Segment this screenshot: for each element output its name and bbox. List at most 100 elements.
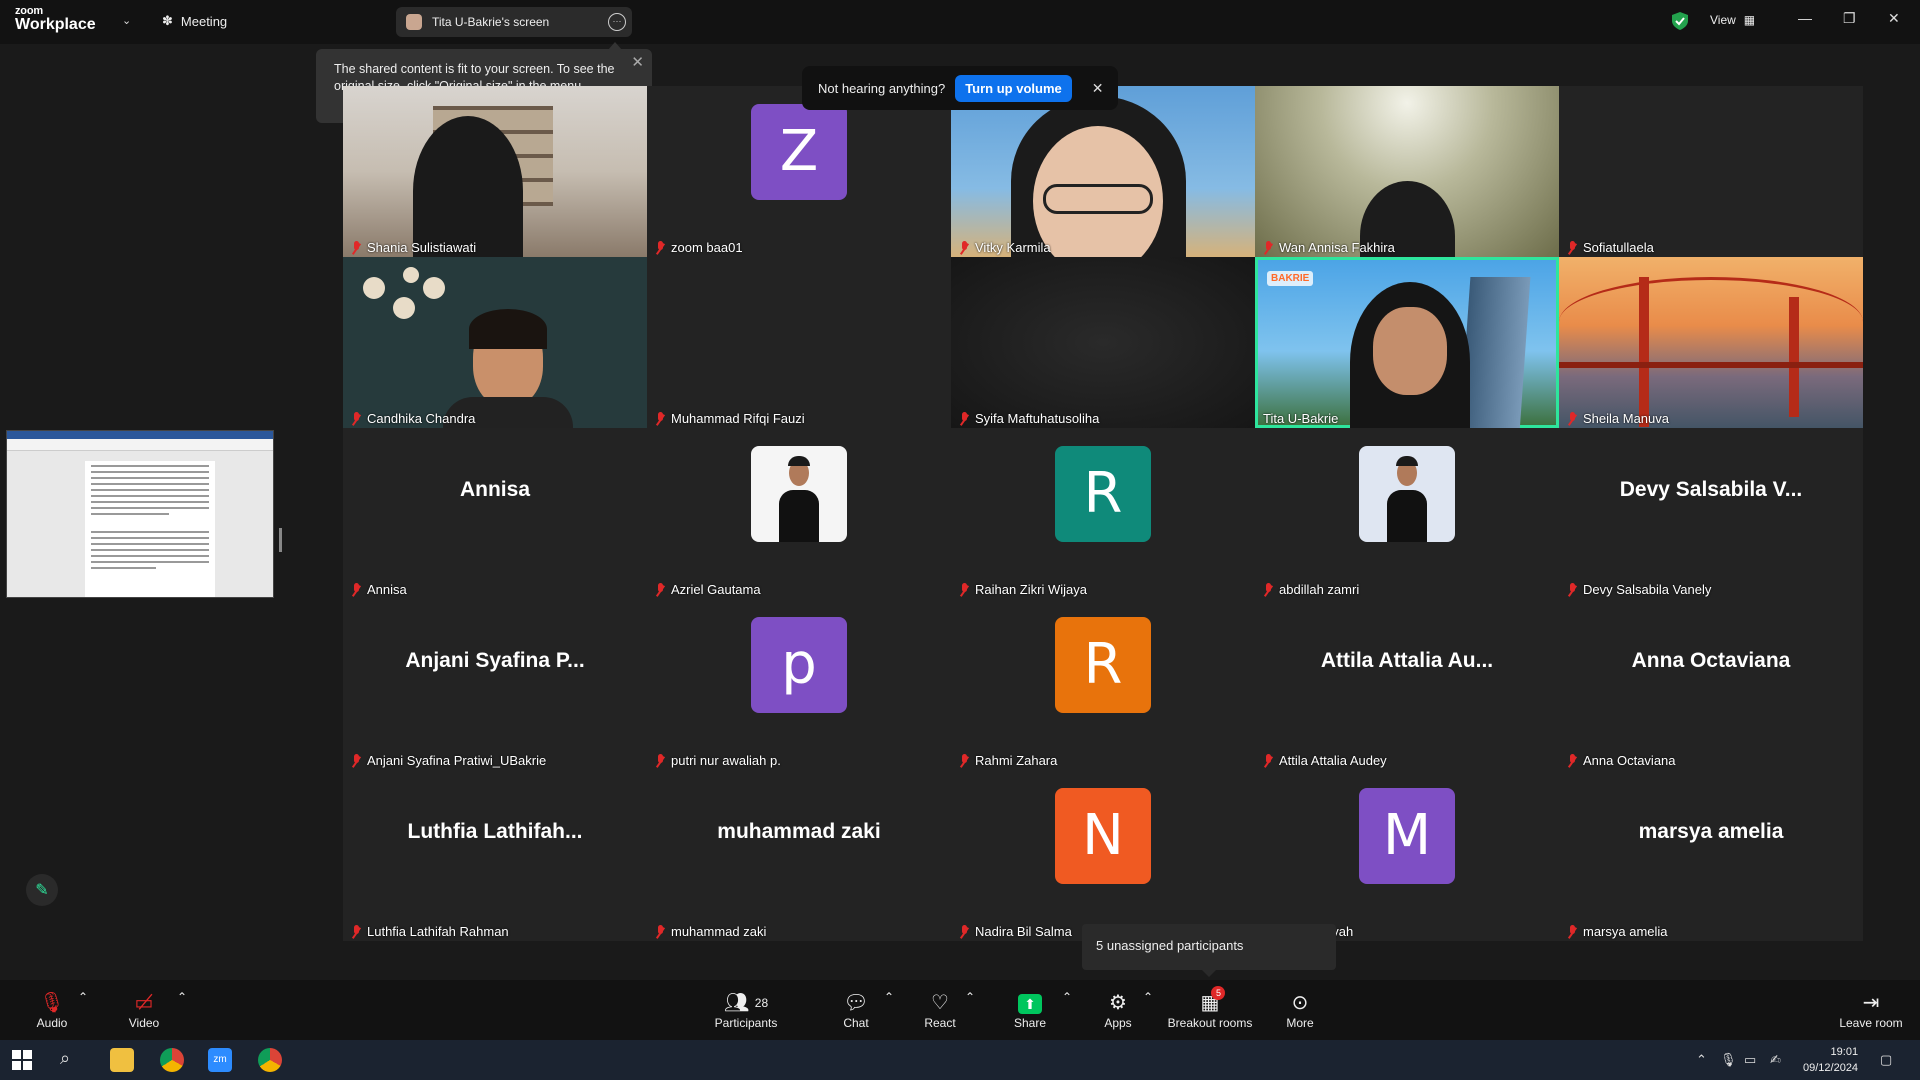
participant-display-name: Anna Octaviana — [1631, 649, 1791, 672]
more-options-icon[interactable]: ··· — [608, 13, 626, 31]
view-button[interactable]: View ▦ — [1710, 13, 1755, 27]
video-label: Video — [128, 1016, 160, 1030]
unassigned-popover[interactable]: 5 unassigned participants — [1082, 924, 1336, 970]
video-tile[interactable]: Sofiatullaela — [1559, 86, 1863, 257]
chat-icon: 💬︎ — [843, 992, 869, 1014]
close-icon[interactable]: ✕ — [1888, 10, 1900, 27]
search-icon[interactable]: ⌕ — [60, 1048, 70, 1069]
video-tile[interactable]: Candhika Chandra — [343, 257, 647, 428]
meeting-menu[interactable]: ✽ Meeting — [162, 13, 227, 29]
building — [1459, 277, 1531, 428]
video-tile[interactable]: Wan Annisa Fakhira — [1255, 86, 1559, 257]
video-tile[interactable]: abdillah zamri — [1255, 428, 1559, 599]
leave-room-button[interactable]: ⇥ Leave room — [1836, 990, 1906, 1030]
chat-caret-icon[interactable]: ⌃ — [884, 990, 894, 1004]
close-tooltip-icon[interactable]: ✕ — [631, 54, 644, 71]
mic-muted-icon — [351, 411, 361, 426]
screen-share-pill[interactable]: Tita U-Bakrie's screen ··· — [396, 7, 632, 37]
mic-muted-icon — [1567, 411, 1577, 426]
chat-button[interactable]: 💬︎ Chat — [836, 990, 876, 1030]
brand-bottom: Workplace — [15, 16, 96, 33]
video-tile[interactable]: R Rahmi Zahara — [951, 599, 1255, 770]
title-bar: zoom Workplace ⌄ ✽ Meeting Tita U-Bakrie… — [0, 0, 1920, 44]
video-tile[interactable]: Luthfia Lathifah... Luthfia Lathifah Rah… — [343, 770, 647, 941]
video-tile[interactable]: muhammad zaki muhammad zaki — [647, 770, 951, 941]
restore-icon[interactable]: ❐ — [1843, 10, 1856, 27]
resize-handle[interactable] — [279, 528, 282, 552]
apps-caret-icon[interactable]: ⌃ — [1143, 990, 1153, 1004]
microphone-icon[interactable]: 🎙︎ — [1720, 1052, 1737, 1068]
pen-icon[interactable]: ✍︎ — [1770, 1052, 1781, 1068]
tile-label: muhammad zaki — [655, 924, 766, 939]
lamp — [423, 277, 445, 299]
video-gallery: Shania Sulistiawati Z zoom baa01 Vitky K… — [343, 86, 1863, 941]
notification-icon[interactable]: ▢ — [1880, 1052, 1892, 1068]
turn-up-volume-button[interactable]: Turn up volume — [955, 74, 1072, 102]
profile-photo — [751, 446, 847, 542]
apps-label: Apps — [1104, 1016, 1132, 1030]
audio-button[interactable]: 🎙︎ Audio — [32, 990, 72, 1030]
more-button[interactable]: ⊙ More — [1280, 990, 1320, 1030]
video-tile[interactable]: Z zoom baa01 — [647, 86, 951, 257]
video-tile[interactable]: Anna Octaviana Anna Octaviana — [1559, 599, 1863, 770]
video-tile[interactable]: marsya amelia marsya amelia — [1559, 770, 1863, 941]
windows-taskbar: ⌕ zm ⌃ 🎙︎ ▭ ✍︎ 19:01 09/12/2024 ▢ — [0, 1040, 1920, 1080]
react-caret-icon[interactable]: ⌃ — [965, 990, 975, 1004]
audio-caret-icon[interactable]: ⌃ — [78, 990, 88, 1004]
participants-button[interactable]: 👥︎ 28 Participants — [706, 990, 786, 1030]
shield-icon[interactable] — [1672, 12, 1688, 30]
chevron-up-icon[interactable]: ⌃ — [1696, 1052, 1707, 1068]
clock[interactable]: 19:01 09/12/2024 — [1803, 1044, 1858, 1076]
participant-display-name: muhammad zaki — [717, 820, 881, 843]
video-tile[interactable]: Muhammad Rifqi Fauzi — [647, 257, 951, 428]
participant-name: putri nur awaliah p. — [671, 753, 781, 768]
heart-icon: ♡ — [931, 992, 949, 1014]
annotate-pencil-icon[interactable]: ✎ — [26, 874, 58, 906]
participant-name: Muhammad Rifqi Fauzi — [671, 411, 805, 426]
close-banner-icon[interactable]: ✕ — [1092, 80, 1104, 97]
tile-label: Attila Attalia Audey — [1263, 753, 1387, 768]
video-tile[interactable]: M ayah — [1255, 770, 1559, 941]
video-button[interactable]: ▭̸ Video — [124, 990, 164, 1030]
apps-button[interactable]: ⚙︎ Apps — [1098, 990, 1138, 1030]
chevron-down-icon[interactable]: ⌄ — [122, 14, 131, 27]
breakout-rooms-button[interactable]: ▦ 5 Breakout rooms — [1164, 986, 1256, 1030]
minimize-icon[interactable]: — — [1798, 10, 1812, 26]
presenter-avatar — [406, 14, 422, 30]
participant-name: Annisa — [367, 582, 407, 597]
meeting-label: Meeting — [180, 13, 228, 29]
video-tile[interactable]: p putri nur awaliah p. — [647, 599, 951, 770]
video-tile[interactable]: Sheila Manuva — [1559, 257, 1863, 428]
video-caret-icon[interactable]: ⌃ — [177, 990, 187, 1004]
chrome-icon[interactable] — [160, 1048, 184, 1072]
video-tile[interactable]: N Nadira Bil Salma — [951, 770, 1255, 941]
avatar: Z — [751, 104, 847, 200]
video-tile[interactable]: Syifa Maftuhatusoliha — [951, 257, 1255, 428]
share-caret-icon[interactable]: ⌃ — [1062, 990, 1072, 1004]
network-icon[interactable]: ▭ — [1744, 1052, 1756, 1068]
share-button[interactable]: ⬆ Share — [1010, 990, 1050, 1030]
windows-start-icon[interactable] — [12, 1050, 32, 1070]
shared-screen-thumbnail[interactable] — [6, 430, 274, 598]
file-explorer-icon[interactable] — [110, 1048, 134, 1072]
react-button[interactable]: ♡ React — [920, 990, 960, 1030]
video-tile[interactable]: Devy Salsabila V... Devy Salsabila Vanel… — [1559, 428, 1863, 599]
meeting-icon: ✽ — [162, 13, 173, 28]
breakout-label: Breakout rooms — [1167, 1016, 1253, 1030]
participant-name: Anna Octaviana — [1583, 753, 1676, 768]
screen-share-label: Tita U-Bakrie's screen — [432, 15, 550, 29]
video-tile[interactable]: R Raihan Zikri Wijaya — [951, 428, 1255, 599]
mic-muted-icon — [655, 240, 665, 255]
video-tile-active-speaker[interactable]: BAKRIE Tita U-Bakrie — [1255, 257, 1559, 428]
tile-label: Vitky Karmila — [959, 240, 1051, 255]
video-tile[interactable]: Attila Attalia Au... Attila Attalia Aude… — [1255, 599, 1559, 770]
video-tile[interactable]: Azriel Gautama — [647, 428, 951, 599]
chrome-icon[interactable] — [258, 1048, 282, 1072]
video-tile[interactable]: Anjani Syafina P... Anjani Syafina Prati… — [343, 599, 647, 770]
video-tile[interactable]: Vitky Karmila — [951, 86, 1255, 257]
leave-label: Leave room — [1839, 1016, 1903, 1030]
chat-label: Chat — [843, 1016, 869, 1030]
video-tile[interactable]: Shania Sulistiawati — [343, 86, 647, 257]
video-tile[interactable]: Annisa Annisa — [343, 428, 647, 599]
zoom-taskbar-icon[interactable]: zm — [208, 1048, 232, 1072]
